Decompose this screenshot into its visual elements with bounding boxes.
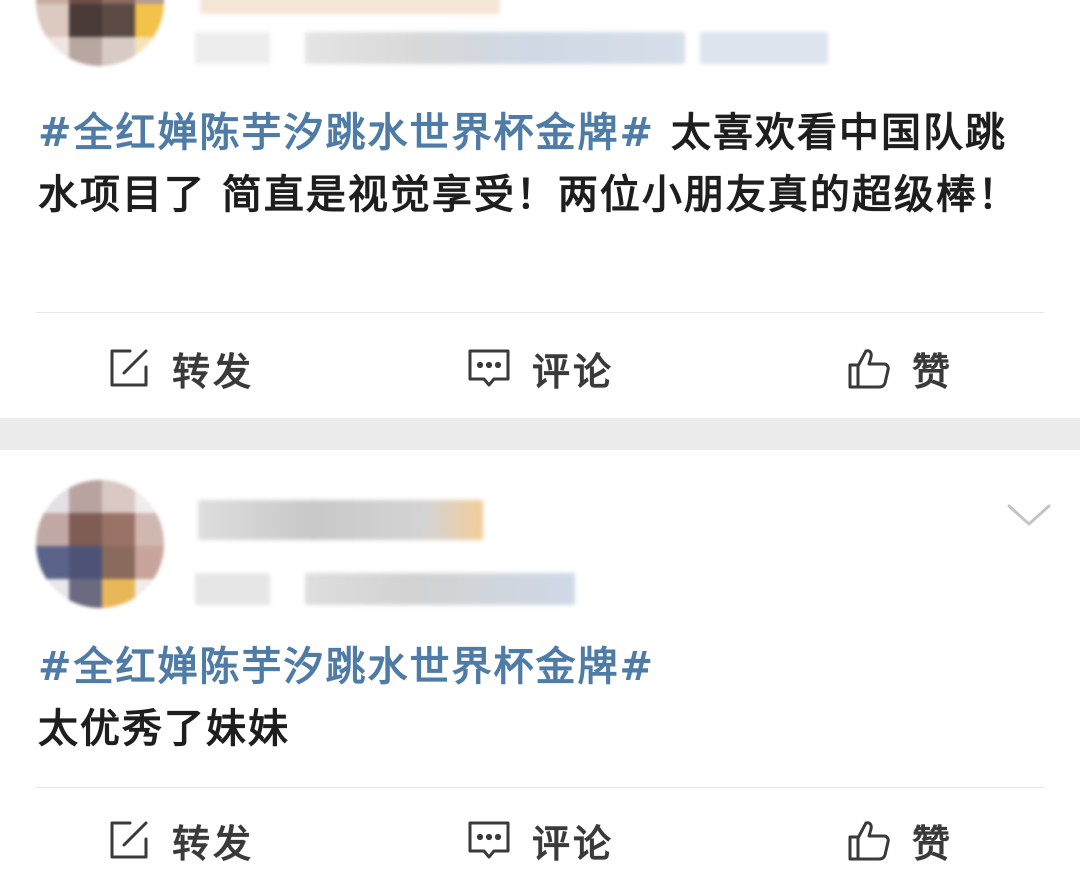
post-meta-blurred [195,573,270,605]
like-label: 赞 [912,348,954,394]
thumbs-up-icon [848,821,890,861]
hashtag-link[interactable]: #全红婵陈芋汐跳水世界杯金牌# [38,109,655,156]
repost-button[interactable]: 转发 [106,328,254,408]
edit-square-icon [110,349,148,387]
avatar[interactable] [36,480,164,608]
post-meta-blurred [305,573,575,605]
comment-bubble-icon [468,821,510,859]
edit-square-icon [110,821,148,859]
like-button[interactable]: 赞 [846,800,953,880]
username-blurred[interactable] [198,500,483,540]
comment-label: 评论 [532,820,615,866]
divider [36,787,1044,788]
post-meta-blurred [305,32,685,64]
avatar[interactable] [36,0,164,66]
post-separator [0,418,1080,450]
post-meta-blurred [700,32,828,64]
comment-bubble-icon [468,349,510,387]
action-bar: 转发 评论 赞 [0,328,1080,408]
post-meta-blurred [195,32,270,64]
like-button[interactable]: 赞 [846,328,953,408]
divider [36,312,1044,313]
chevron-down-icon[interactable] [1005,500,1053,530]
like-label: 赞 [912,820,954,866]
thumbs-up-icon [848,349,890,389]
comment-button[interactable]: 评论 [466,328,614,408]
comment-button[interactable]: 评论 [466,800,614,880]
repost-button[interactable]: 转发 [106,800,254,880]
repost-label: 转发 [172,348,255,394]
post-content: #全红婵陈芋汐跳水世界杯金牌# 太喜欢看中国队跳水项目了 简直是视觉享受！两位小… [38,102,1048,226]
repost-label: 转发 [172,820,255,866]
comment-label: 评论 [532,348,615,394]
action-bar: 转发 评论 赞 [0,800,1080,880]
post-content: #全红婵陈芋汐跳水世界杯金牌# 太优秀了妹妹 [38,636,1048,760]
weibo-post: #全红婵陈芋汐跳水世界杯金牌# 太喜欢看中国队跳水项目了 简直是视觉享受！两位小… [0,0,1080,418]
hashtag-link[interactable]: #全红婵陈芋汐跳水世界杯金牌# [38,643,655,690]
post-text: 太优秀了妹妹 [38,705,290,752]
username-blurred[interactable] [200,0,500,14]
